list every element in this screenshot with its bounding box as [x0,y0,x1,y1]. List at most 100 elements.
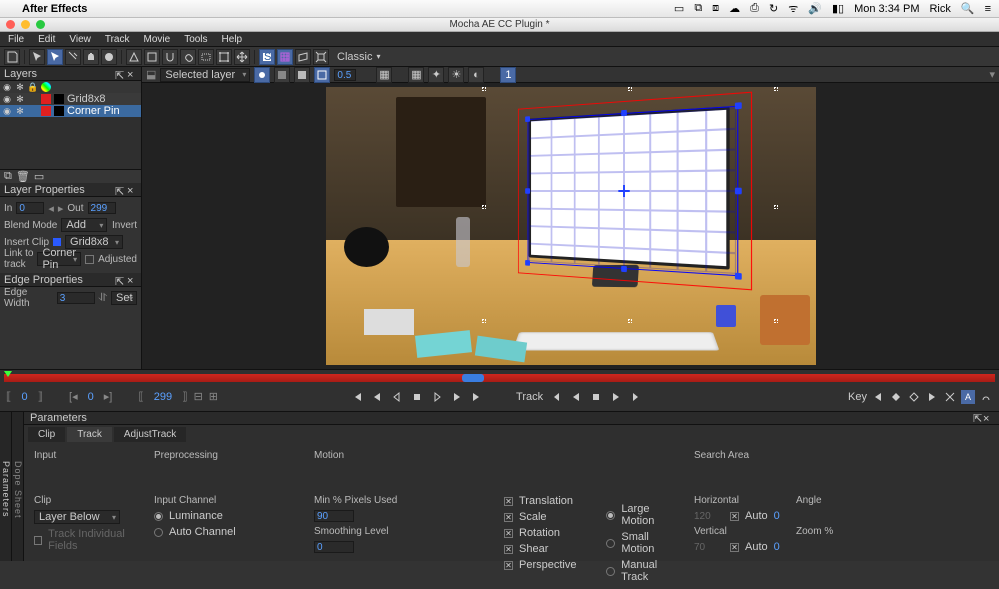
manual-track-radio[interactable]: Manual Track [606,559,684,583]
panel-close-icon[interactable]: × [983,413,993,423]
duplicate-layer-icon[interactable]: ⧉ [4,170,12,183]
rgb-icon[interactable] [274,67,290,83]
goto-first-button[interactable] [350,390,364,404]
minpix-field[interactable]: 90 [314,510,354,522]
zoom-field[interactable]: 0 [774,541,780,553]
viewer-settings-icon[interactable]: ▾ [989,68,995,81]
show-surface-button[interactable]: S [259,49,275,65]
corner-handle[interactable] [734,102,741,109]
visibility-toggle[interactable]: ◉ [2,106,12,116]
scale-check[interactable]: Scale [504,511,576,523]
out-frame[interactable]: 299 [150,391,176,403]
edgeprops-panel-header[interactable]: Edge Properties ⇱× [0,273,141,287]
trace-icon[interactable]: ✦ [428,67,444,83]
blend-dropdown[interactable]: Add [61,218,107,232]
group-layer-icon[interactable]: ▭ [34,170,44,183]
step-fwd-button[interactable] [450,390,464,404]
edge-handle[interactable] [621,266,627,272]
spotlight-icon[interactable]: 🔍 [961,2,975,15]
visibility-toggle[interactable]: ◉ [2,94,12,104]
prev-kf-icon[interactable]: ◂ [48,202,54,215]
add-key-button[interactable] [889,390,903,404]
menubar-clock[interactable]: Mon 3:34 PM [854,3,919,15]
printer-icon[interactable]: ⎙ [750,2,759,15]
stabilize-icon[interactable]: ▦ [408,67,424,83]
edge-handle[interactable] [734,188,741,195]
luminance-radio[interactable]: Luminance [154,510,304,522]
track-individual-check[interactable]: Track Individual Fields [34,528,144,552]
play-back-button[interactable] [390,390,404,404]
menu-help[interactable]: Help [218,34,247,45]
layers-panel-header[interactable]: Layers ⇱× [0,67,141,81]
edgewidth-field[interactable]: 3 [57,292,95,304]
layer-color-swatch[interactable] [41,106,51,116]
menu-tools[interactable]: Tools [180,34,211,45]
goto-last-button[interactable] [470,390,484,404]
track-fwd-button[interactable] [609,390,623,404]
process-toggle[interactable]: ✻ [15,94,25,104]
track-back-button[interactable] [569,390,583,404]
gamma-icon[interactable]: ◐ [468,67,484,83]
panel-close-icon[interactable]: × [127,275,137,285]
sync-icon[interactable]: ↻ [769,2,778,15]
insert-point-tool[interactable] [65,49,81,65]
view1-icon[interactable]: 1 [500,67,516,83]
show-grid-button[interactable] [277,49,293,65]
visibility-col-icon[interactable]: ◉ [2,82,12,92]
small-motion-radio[interactable]: Small Motion [606,531,684,555]
menu-icon[interactable]: ≡ [985,3,991,15]
panel-undock-icon[interactable]: ⇱ [115,185,125,195]
bezier-tool[interactable] [144,49,160,65]
process-col-icon[interactable]: ✻ [15,82,25,92]
screens-icon[interactable]: ⧉ [694,2,702,15]
display-icon[interactable]: ▭ [674,2,684,15]
attach-tool[interactable] [180,49,196,65]
host-app-name[interactable]: After Effects [22,3,87,15]
in-frame[interactable]: 0 [17,391,31,403]
track-fwd-one-button[interactable] [629,390,643,404]
tab-track[interactable]: Track [67,427,112,442]
stop-button[interactable] [410,390,424,404]
edgewidth-stepper[interactable]: ⥯ [99,292,107,305]
window-titlebar[interactable]: Mocha AE CC Plugin * [0,18,999,32]
proxy-icon[interactable]: ⬓ [146,68,156,81]
select-tool[interactable] [47,49,63,65]
adjusted-check[interactable] [85,255,94,264]
cloud-icon[interactable]: ☁ [729,2,740,15]
autokey-a-button[interactable]: A [961,390,975,404]
overlay-icon[interactable] [314,67,330,83]
volume-icon[interactable]: 🔊 [808,2,822,15]
transform-tool[interactable] [216,49,232,65]
panel-undock-icon[interactable]: ⇱ [115,275,125,285]
track-circle-tool[interactable] [101,49,117,65]
autochannel-radio[interactable]: Auto Channel [154,526,304,538]
large-motion-radio[interactable]: Large Motion [606,503,684,527]
corner-handle[interactable] [525,260,530,266]
parameters-side-tab[interactable]: Parameters [0,412,12,561]
range-end-icon[interactable]: ⟧ [38,390,43,403]
battery-icon[interactable]: ▮▯ [832,2,844,15]
menubar-user[interactable]: Rick [929,3,950,15]
menu-movie[interactable]: Movie [140,34,175,45]
zoom-timeline-icon[interactable]: ⊟ [194,390,203,403]
process-toggle[interactable]: ✻ [15,106,25,116]
matte-color-swatch[interactable] [54,106,64,116]
window-zoom-button[interactable] [36,20,45,29]
vert-field[interactable]: 70 [694,542,724,553]
layer-name[interactable]: Corner Pin [67,105,120,117]
link-dropdown[interactable]: Corner Pin [37,252,81,266]
surface-center-icon[interactable] [618,185,629,197]
dopesheet-side-tab[interactable]: Dope Sheet [12,412,24,561]
panel-close-icon[interactable]: × [127,69,137,79]
angle-field[interactable]: 0 [774,510,780,522]
layer-color-swatch[interactable] [41,94,51,104]
lock-col-icon[interactable]: 🔒 [28,82,38,92]
layer-row-grid[interactable]: ◉ ✻ Grid8x8 [0,93,141,105]
uberkey-button[interactable] [979,390,993,404]
alpha-icon[interactable] [294,67,310,83]
viewer-canvas[interactable] [142,83,999,369]
menu-edit[interactable]: Edit [34,34,59,45]
rect-tool[interactable] [198,49,214,65]
corner-handle[interactable] [525,116,530,122]
menu-view[interactable]: View [65,34,95,45]
